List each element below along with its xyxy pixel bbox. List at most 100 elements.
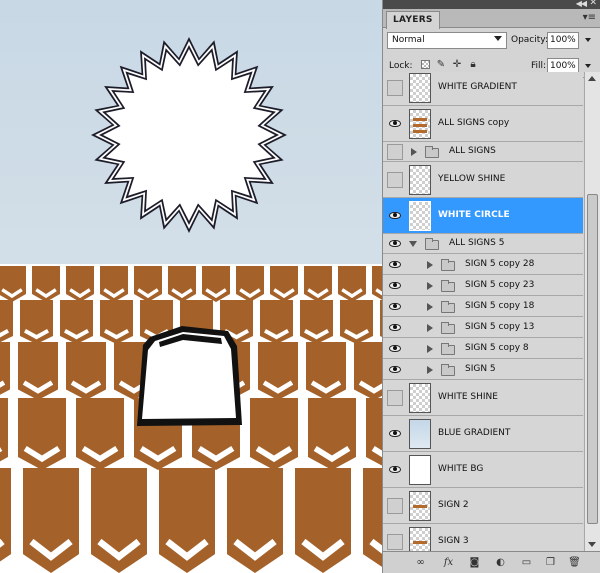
lock-all-icon[interactable]: 🔒︎ <box>467 59 479 71</box>
expand-arrow-right-icon[interactable] <box>427 324 433 332</box>
document-canvas[interactable] <box>0 0 382 573</box>
eye-icon <box>389 430 401 437</box>
visibility-toggle[interactable] <box>387 341 403 357</box>
visibility-toggle[interactable] <box>387 236 403 252</box>
blend-mode-select[interactable]: Normal <box>387 32 507 49</box>
layer-row[interactable]: SIGN 2 <box>383 488 583 524</box>
visibility-toggle[interactable] <box>387 426 403 442</box>
new-layer-icon[interactable]: ❐ <box>543 555 558 570</box>
eye-icon <box>389 261 401 268</box>
visibility-toggle[interactable] <box>387 320 403 336</box>
expand-arrow-right-icon[interactable] <box>427 303 433 311</box>
panel-menu-icon[interactable]: ▾≡ <box>583 12 596 23</box>
layer-row[interactable]: ALL SIGNS copy <box>383 106 583 142</box>
eye-icon <box>389 466 401 473</box>
layer-group-row[interactable]: SIGN 5 copy 18 <box>383 296 583 317</box>
chevron-down-icon <box>494 36 502 41</box>
expand-arrow-down-icon[interactable] <box>409 241 417 247</box>
layer-row[interactable]: WHITE GRADIENT <box>383 72 583 106</box>
scroll-up-icon[interactable] <box>588 76 596 81</box>
fx-icon[interactable]: fx <box>441 555 456 570</box>
add-mask-icon[interactable]: ◙ <box>467 555 482 570</box>
layer-row[interactable]: BLUE GRADIENT <box>383 416 583 452</box>
tab-layers[interactable]: LAYERS <box>386 11 440 29</box>
layer-row[interactable]: SIGN 3 <box>383 524 583 551</box>
layer-name: WHITE BG <box>438 464 484 474</box>
layer-group-row[interactable]: SIGN 5 copy 13 <box>383 317 583 338</box>
close-icon[interactable]: ✕ <box>589 0 597 8</box>
link-layers-icon[interactable]: ∞ <box>413 555 428 570</box>
eye-icon <box>389 212 401 219</box>
layer-row[interactable]: WHITE SHINE <box>383 380 583 416</box>
expand-arrow-right-icon[interactable] <box>411 148 417 156</box>
eye-icon <box>389 240 401 247</box>
eye-icon <box>389 303 401 310</box>
layer-row[interactable]: YELLOW SHINE <box>383 162 583 198</box>
folder-icon <box>441 322 455 334</box>
opacity-value: 100% <box>550 35 576 45</box>
visibility-toggle[interactable] <box>387 144 403 160</box>
opacity-dropdown-icon[interactable] <box>585 38 591 42</box>
layer-name: SIGN 5 <box>465 364 496 374</box>
panel-footer: ∞ fx ◙ ◐ ▭ ❐ 🗑︎ <box>383 551 600 573</box>
layer-thumbnail <box>409 201 431 231</box>
visibility-toggle[interactable] <box>387 257 403 273</box>
eye-icon <box>389 324 401 331</box>
center-sign <box>137 326 242 426</box>
panel-title-bar: ◀◀ ✕ <box>383 0 600 9</box>
layer-thumbnail <box>409 73 431 103</box>
layer-group-row[interactable]: SIGN 5 copy 8 <box>383 338 583 359</box>
new-group-icon[interactable]: ▭ <box>519 555 534 570</box>
layer-group-row[interactable]: SIGN 5 <box>383 359 583 380</box>
layer-name: YELLOW SHINE <box>438 174 506 184</box>
layer-thumbnail <box>409 109 431 139</box>
expand-arrow-right-icon[interactable] <box>427 282 433 290</box>
folder-icon <box>441 259 455 271</box>
layer-row[interactable]: WHITE CIRCLE <box>383 198 583 234</box>
layers-scrollbar[interactable] <box>584 72 600 551</box>
layer-name: ALL SIGNS 5 <box>449 238 505 248</box>
layer-name: BLUE GRADIENT <box>438 428 511 438</box>
layer-group-row[interactable]: SIGN 5 copy 23 <box>383 275 583 296</box>
lock-transparency-icon[interactable] <box>421 60 430 69</box>
expand-arrow-right-icon[interactable] <box>427 345 433 353</box>
collapse-icon[interactable]: ◀◀ <box>576 0 587 8</box>
visibility-toggle[interactable] <box>387 299 403 315</box>
layers-panel: ◀◀ ✕ LAYERS ▾≡ Normal Opacity: 100% Lock… <box>382 0 600 573</box>
opacity-input[interactable]: 100% <box>547 32 579 49</box>
trash-icon[interactable]: 🗑︎ <box>567 555 582 570</box>
layer-group-row[interactable]: SIGN 5 copy 28 <box>383 254 583 275</box>
scroll-down-icon[interactable] <box>588 542 596 547</box>
layer-row[interactable]: WHITE BG <box>383 452 583 488</box>
visibility-toggle[interactable] <box>387 172 403 188</box>
scroll-thumb[interactable] <box>587 194 598 524</box>
blend-row: Normal Opacity: 100% <box>383 28 600 52</box>
expand-arrow-right-icon[interactable] <box>427 366 433 374</box>
blend-mode-value: Normal <box>392 35 425 45</box>
fill-label: Fill: <box>531 61 547 71</box>
lock-brush-icon[interactable]: ✎ <box>435 59 447 71</box>
visibility-toggle[interactable] <box>387 278 403 294</box>
artwork <box>0 0 382 573</box>
layer-name: ALL SIGNS copy <box>438 118 510 128</box>
visibility-toggle[interactable] <box>387 80 403 96</box>
fill-dropdown-icon[interactable] <box>585 64 591 68</box>
expand-arrow-right-icon[interactable] <box>427 261 433 269</box>
visibility-toggle[interactable] <box>387 116 403 132</box>
layer-name: SIGN 3 <box>438 536 469 546</box>
lock-move-icon[interactable]: ✛ <box>451 59 463 71</box>
opacity-label: Opacity: <box>511 35 548 45</box>
layer-group-row[interactable]: ALL SIGNS 5 <box>383 234 583 254</box>
layer-group-row[interactable]: ALL SIGNS <box>383 142 583 162</box>
layer-thumbnail <box>409 383 431 413</box>
visibility-toggle[interactable] <box>387 208 403 224</box>
visibility-toggle[interactable] <box>387 498 403 514</box>
visibility-toggle[interactable] <box>387 462 403 478</box>
visibility-toggle[interactable] <box>387 362 403 378</box>
eye-icon <box>389 120 401 127</box>
visibility-toggle[interactable] <box>387 390 403 406</box>
visibility-toggle[interactable] <box>387 534 403 550</box>
adjustment-layer-icon[interactable]: ◐ <box>493 555 508 570</box>
lock-label: Lock: <box>389 61 413 71</box>
layers-list: WHITE GRADIENT ALL SIGNS copy ALL SIGNS YEL… <box>383 72 583 551</box>
